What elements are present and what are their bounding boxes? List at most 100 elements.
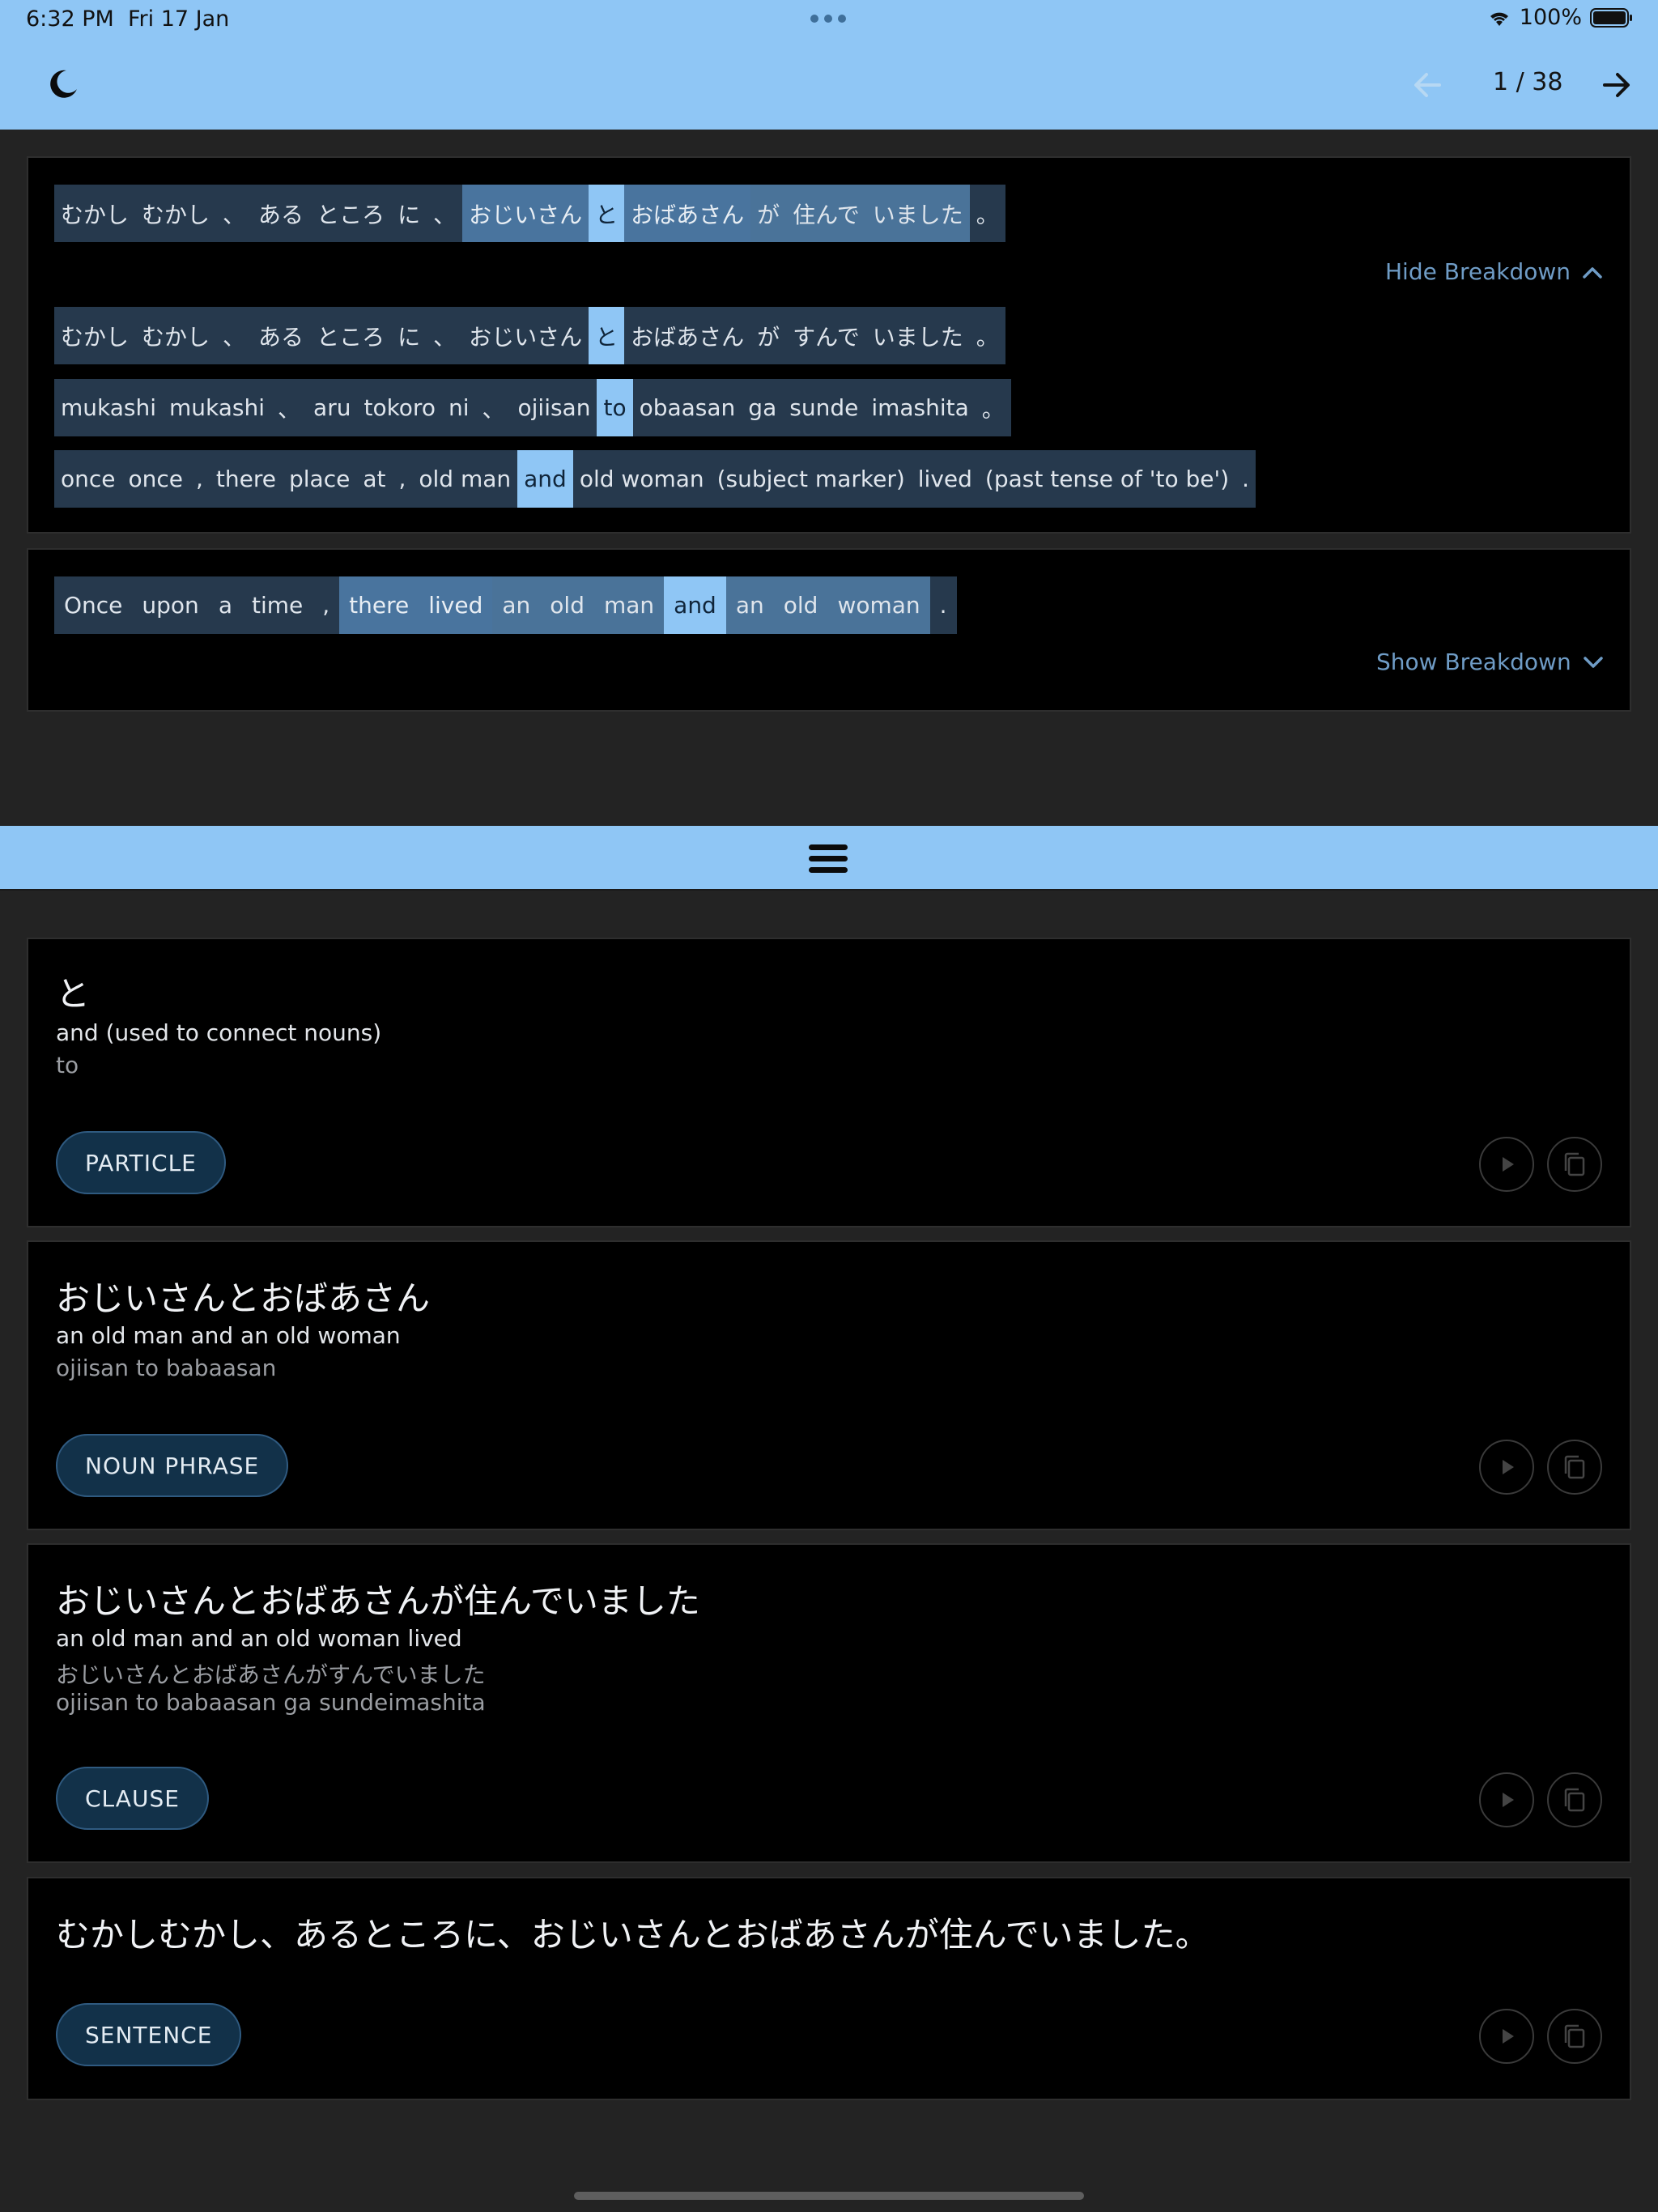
play-button[interactable] bbox=[1479, 1772, 1534, 1827]
token[interactable]: ところ bbox=[310, 185, 392, 242]
token[interactable]: すんで bbox=[786, 307, 866, 364]
token[interactable]: ni bbox=[441, 379, 476, 436]
tag-pill[interactable]: PARTICLE bbox=[56, 1131, 226, 1194]
token[interactable]: time bbox=[241, 576, 313, 634]
token[interactable]: once bbox=[121, 450, 189, 508]
token[interactable]: aru bbox=[307, 379, 358, 436]
token[interactable]: 、 bbox=[475, 379, 512, 436]
token[interactable]: Once bbox=[54, 576, 133, 634]
token[interactable]: むかし bbox=[135, 307, 217, 364]
token[interactable]: old bbox=[540, 576, 594, 634]
token[interactable]: 。 bbox=[969, 185, 1005, 242]
token[interactable]: おじいさん bbox=[462, 185, 589, 242]
copy-button[interactable] bbox=[1547, 1772, 1602, 1827]
theme-toggle-button[interactable] bbox=[44, 65, 83, 104]
token[interactable]: 。 bbox=[969, 307, 1005, 364]
token[interactable]: an bbox=[725, 576, 774, 634]
home-indicator[interactable] bbox=[574, 2192, 1084, 2200]
show-breakdown-button[interactable]: Show Breakdown bbox=[1376, 649, 1604, 675]
copy-button[interactable] bbox=[1547, 1137, 1602, 1192]
token[interactable]: (subject marker) bbox=[710, 450, 912, 508]
multitasking-dots-icon[interactable] bbox=[810, 15, 846, 23]
token[interactable]: ojiisan bbox=[511, 379, 597, 436]
token[interactable]: (past tense of 'to be') bbox=[978, 450, 1236, 508]
token[interactable]: obaasan bbox=[632, 379, 742, 436]
card-meaning: an old man and an old woman bbox=[56, 1322, 401, 1349]
token[interactable]: いました bbox=[865, 307, 970, 364]
token[interactable]: 、 bbox=[427, 185, 463, 242]
token[interactable]: place bbox=[282, 450, 357, 508]
token[interactable]: old man bbox=[412, 450, 518, 508]
token[interactable]: おばあさん bbox=[624, 307, 751, 364]
token[interactable]: , bbox=[312, 576, 340, 634]
token[interactable]: 、 bbox=[216, 185, 253, 242]
play-button[interactable] bbox=[1479, 1137, 1534, 1192]
token[interactable]: sunde bbox=[783, 379, 865, 436]
token[interactable]: old bbox=[773, 576, 828, 634]
copy-button[interactable] bbox=[1547, 1440, 1602, 1495]
token-highlighted[interactable]: and bbox=[517, 450, 573, 508]
token[interactable]: man bbox=[593, 576, 665, 634]
source-sentence-panel: むかし むかし、ある ところに、おじいさんとおばあさんが住んで いました。 Hide … bbox=[27, 156, 1631, 534]
token[interactable]: むかし bbox=[54, 185, 136, 242]
token[interactable]: once bbox=[54, 450, 122, 508]
token[interactable]: an bbox=[492, 576, 541, 634]
token[interactable]: いました bbox=[865, 185, 970, 242]
tag-pill[interactable]: CLAUSE bbox=[56, 1767, 209, 1830]
token[interactable]: 住んで bbox=[786, 185, 866, 242]
token[interactable]: there bbox=[209, 450, 283, 508]
token[interactable]: ところ bbox=[310, 307, 392, 364]
token[interactable]: むかし bbox=[135, 185, 217, 242]
token[interactable]: ga bbox=[742, 379, 784, 436]
token[interactable]: lived bbox=[911, 450, 979, 508]
token[interactable]: , bbox=[189, 450, 210, 508]
copy-icon bbox=[1564, 1152, 1585, 1176]
token[interactable]: 、 bbox=[216, 307, 253, 364]
play-button[interactable] bbox=[1479, 2009, 1534, 2064]
token[interactable]: there bbox=[339, 576, 419, 634]
play-button[interactable] bbox=[1479, 1440, 1534, 1495]
arrow-right-icon[interactable] bbox=[1598, 66, 1635, 104]
token[interactable]: に bbox=[391, 307, 427, 364]
token-highlighted[interactable]: and bbox=[664, 576, 726, 634]
token[interactable]: 、 bbox=[427, 307, 463, 364]
play-icon bbox=[1503, 1157, 1514, 1172]
token[interactable]: ある bbox=[252, 185, 311, 242]
card-reading: ojiisan to babaasan bbox=[56, 1355, 277, 1381]
card-meaning: an old man and an old woman lived bbox=[56, 1625, 462, 1652]
gloss-token-row: once once, there place at, old man and old woma… bbox=[54, 450, 1256, 508]
tag-pill[interactable]: NOUN PHRASE bbox=[56, 1434, 289, 1497]
token[interactable]: woman bbox=[827, 576, 930, 634]
token[interactable]: おばあさん bbox=[624, 185, 751, 242]
token[interactable]: 。 bbox=[975, 379, 1011, 436]
token-highlighted[interactable]: と bbox=[589, 307, 625, 364]
token[interactable]: が bbox=[750, 185, 787, 242]
token[interactable]: at bbox=[356, 450, 393, 508]
token[interactable]: , bbox=[392, 450, 413, 508]
token[interactable]: imashita bbox=[865, 379, 976, 436]
drawer-handle-bar[interactable] bbox=[0, 826, 1658, 891]
token[interactable]: おじいさん bbox=[462, 307, 589, 364]
token[interactable]: ある bbox=[252, 307, 311, 364]
hide-breakdown-button[interactable]: Hide Breakdown bbox=[1385, 258, 1603, 285]
token[interactable]: むかし bbox=[54, 307, 136, 364]
token-highlighted[interactable]: to bbox=[597, 379, 633, 436]
token[interactable]: mukashi bbox=[163, 379, 272, 436]
token[interactable]: . bbox=[1235, 450, 1256, 508]
token[interactable]: 、 bbox=[271, 379, 308, 436]
token[interactable]: に bbox=[391, 185, 427, 242]
token[interactable]: lived bbox=[419, 576, 493, 634]
token-highlighted[interactable]: と bbox=[589, 185, 625, 242]
token[interactable]: mukashi bbox=[54, 379, 164, 436]
copy-button[interactable] bbox=[1547, 2009, 1602, 2064]
token[interactable]: old woman bbox=[572, 450, 711, 508]
token[interactable]: upon bbox=[132, 576, 209, 634]
tag-pill[interactable]: SENTENCE bbox=[56, 2003, 242, 2066]
hamburger-icon[interactable] bbox=[808, 842, 848, 876]
token[interactable]: tokoro bbox=[357, 379, 442, 436]
token[interactable]: a bbox=[208, 576, 242, 634]
arrow-left-icon[interactable] bbox=[1409, 66, 1446, 104]
status-time: 6:32 PM Fri 17 Jan bbox=[26, 6, 229, 32]
token[interactable]: が bbox=[750, 307, 787, 364]
token[interactable]: . bbox=[929, 576, 957, 634]
